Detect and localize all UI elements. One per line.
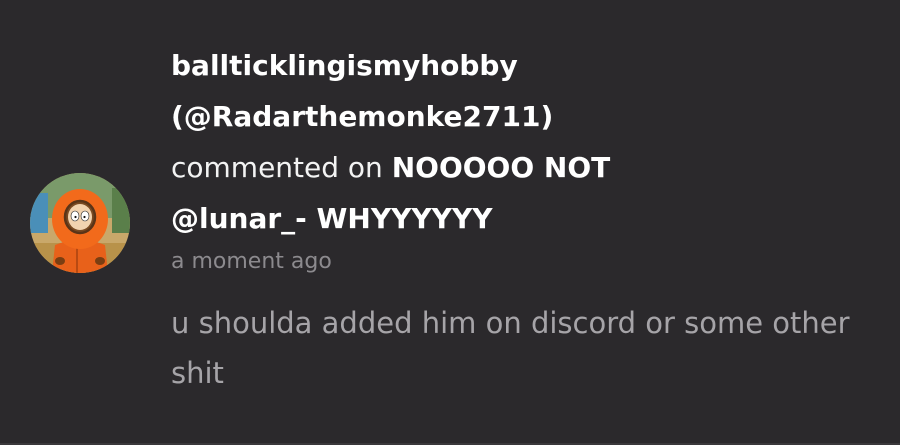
user-display-name[interactable]: ballticklingismyhobby: [171, 40, 881, 91]
post-title-line-1[interactable]: NOOOOO NOT: [392, 151, 611, 184]
timestamp: a moment ago: [171, 249, 332, 274]
notification-content: ballticklingismyhobby (@Radarthemonke271…: [171, 40, 881, 398]
comment-text[interactable]: u shoulda added him on discord or some o…: [171, 298, 881, 398]
action-text: commented on: [171, 151, 383, 184]
user-avatar[interactable]: [30, 173, 130, 273]
comment-notification[interactable]: ballticklingismyhobby (@Radarthemonke271…: [0, 0, 900, 445]
post-title-line-2[interactable]: @lunar_- WHYYYYYY: [171, 193, 881, 244]
action-line: commented on NOOOOO NOT: [171, 142, 881, 193]
user-handle[interactable]: (@Radarthemonke2711): [171, 91, 881, 142]
kenny-avatar-icon: [30, 173, 130, 273]
